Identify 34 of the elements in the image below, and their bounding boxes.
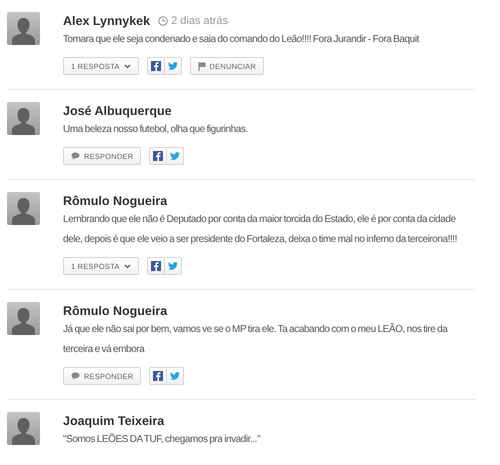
share-buttons[interactable]: [146, 257, 182, 275]
facebook-icon: [153, 151, 164, 161]
author-name[interactable]: Alex Lynnykek: [63, 14, 150, 28]
share-buttons[interactable]: [146, 57, 182, 75]
facebook-icon: [150, 61, 161, 71]
chevron-icon: [124, 264, 131, 268]
facebook-icon: [150, 261, 161, 271]
bird-icon: [168, 62, 178, 70]
comment-text: "Somos LEÕES DA TUF, chegamos pra invadir...": [63, 432, 262, 447]
author-name[interactable]: Rômulo Nogueira: [63, 304, 168, 318]
facebook-icon: [153, 371, 164, 381]
avatar-icon: [7, 412, 40, 445]
share-buttons[interactable]: [149, 367, 184, 385]
avatar-icon: [7, 102, 40, 135]
flag-icon: [198, 62, 206, 70]
speech-bubble-icon: [71, 152, 80, 160]
author-name[interactable]: Joaquim Teixeira: [63, 414, 164, 428]
avatar-icon: [7, 192, 40, 225]
comment-text: Lembrando que ele não é Deputado por conta da maior torcida do Estado, ele é por conta da cidade dele, depois é que ele veio a ser presidente do Fortaleza, deixa o time mal no inferno da terceirona!!!!: [63, 213, 458, 247]
share-buttons[interactable]: [149, 147, 184, 165]
chevron-icon: [124, 64, 131, 68]
avatar-icon: [7, 302, 40, 335]
comment-text: Uma beleza nosso futebol, olha que figurinhas.: [63, 123, 249, 137]
avatar-icon: [7, 12, 40, 45]
clock-icon: [158, 16, 168, 26]
bird-icon: [170, 372, 180, 380]
timestamp: 2 dias atrás: [158, 15, 228, 27]
comment-text: Já que ele não sai por bem, vamos ve se o MP tira ele. Ta acabando com o meu LEÃO, nos tire da terceira e vá embora: [63, 322, 449, 357]
speech-bubble-icon: [71, 372, 80, 380]
author-name[interactable]: Rômulo Nogueira: [63, 194, 168, 208]
comment-text: Tomara que ele seja condenado e saia do comando do Leão!!!! Fora Jurandir - Fora Baquit: [63, 33, 420, 47]
author-name[interactable]: José Albuquerque: [63, 104, 172, 118]
bird-icon: [170, 152, 180, 160]
bird-icon: [168, 262, 178, 270]
